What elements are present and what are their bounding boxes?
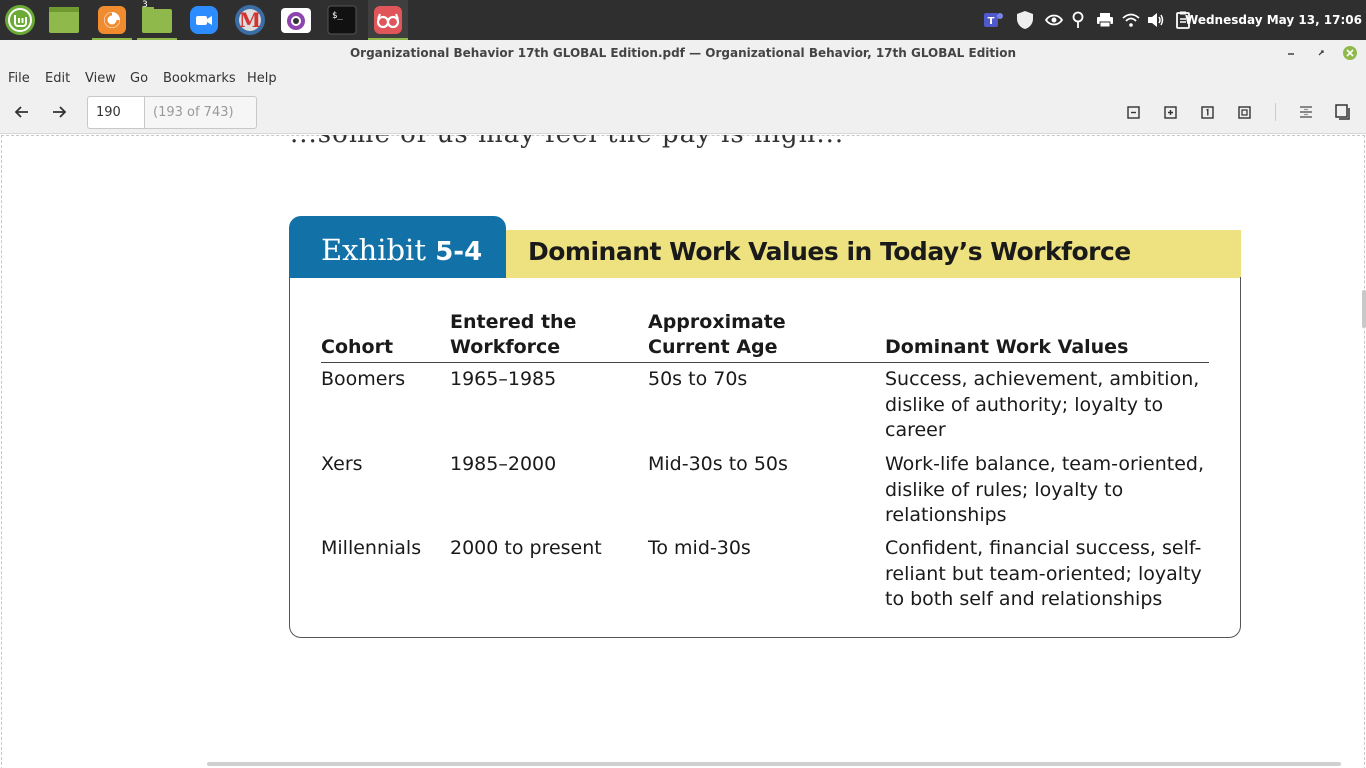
header-line: Dominant Work Values [885,336,1129,358]
zoom-original-button[interactable] [1196,101,1218,123]
cell-age: Mid-30s to 50s [648,453,788,475]
printer-icon[interactable] [1094,0,1116,40]
cell-cohort: Boomers [321,368,406,390]
header-line: Entered the [450,311,577,333]
continuous-view-button[interactable] [1295,101,1317,123]
header-line: Workforce [450,336,561,358]
window-title: Organizational Behavior 17th GLOBAL Edit… [349,46,1017,60]
exhibit-label-prefix: Exhibit [321,233,436,267]
page-count-label: (193 of 743) [153,105,234,120]
dual-page-icon [1335,104,1350,120]
header-cohort: Cohort [321,310,393,360]
folder-icon[interactable]: 3 [137,0,177,40]
cell-age: 50s to 70s [648,368,748,390]
page-number-input[interactable] [88,97,145,128]
window-count-badge: 3 [142,0,148,10]
teams-icon[interactable]: T [982,0,1004,40]
values-line: to both self and relationships [885,588,1163,610]
vertical-scrollbar[interactable] [1362,290,1366,328]
zoom-fit-icon [1237,105,1251,119]
page-selector: (193 of 743) [87,96,257,129]
camera-icon[interactable] [280,4,312,36]
header-line: Approximate [648,311,786,333]
cell-entered: 2000 to present [450,537,602,559]
exhibit-title: Dominant Work Values in Today’s Workforc… [506,230,1241,278]
zoom-icon[interactable] [188,4,220,36]
menu-edit[interactable]: Edit [45,71,70,86]
forward-button[interactable] [48,101,70,123]
exhibit-number: 5-4 [435,237,483,267]
values-line: dislike of authority; loyalty to [885,393,1164,416]
arrow-left-icon [14,106,28,118]
window-titlebar[interactable]: Organizational Behavior 17th GLOBAL Edit… [0,40,1366,66]
cell-entered: 1965–1985 [450,368,557,390]
zoom-fit-button[interactable] [1233,101,1255,123]
minimize-button[interactable] [1283,45,1299,61]
shield-icon[interactable] [1014,0,1036,40]
menu-bar: File Edit View Go Bookmarks Help [0,66,1366,90]
svg-text:T: T [988,16,995,27]
firefox-icon[interactable] [92,4,132,40]
document-view[interactable]: ...some of us may feel the pay is high..… [0,135,1366,768]
arrow-right-icon [53,106,67,118]
mint-menu-icon[interactable] [4,4,36,36]
menu-bookmarks[interactable]: Bookmarks [163,71,236,86]
partial-text-line: ...some of us may feel the pay is high..… [290,135,844,149]
nvidia-icon[interactable] [1043,0,1065,40]
zoom-in-icon [1163,105,1177,119]
values-line: dislike of rules; loyalty to [885,478,1124,501]
menu-view[interactable]: View [85,71,116,86]
cell-age: To mid-30s [648,537,751,559]
reader-icon[interactable] [368,0,408,40]
values-line: Success, achievement, ambition, [885,368,1200,390]
horizontal-scrollbar[interactable] [207,762,1341,766]
cell-values: Success, achievement, ambition, dislike … [885,367,1199,444]
header-line: Cohort [321,336,394,358]
values-line: career [885,419,946,441]
zoom-out-icon [1126,105,1140,119]
files-icon[interactable] [48,4,80,36]
header-line [321,310,393,335]
header-line [885,310,1128,335]
toolbar-separator [1275,103,1276,121]
exhibit-label: Exhibit 5-4 [289,216,506,278]
menu-go[interactable]: Go [130,71,148,86]
values-line: reliant but team-oriented; loyalty [885,562,1202,585]
m-app-icon[interactable]: M [234,4,266,36]
values-line: Work-life balance, team-oriented, [885,453,1205,475]
header-line: Current Age [648,336,778,358]
zoom-original-icon [1200,105,1214,119]
values-line: relationships [885,504,1007,526]
clock[interactable]: Wednesday May 13, 17:06 [1185,0,1362,40]
svg-text:M: M [239,8,261,32]
restore-button[interactable] [1313,45,1329,61]
terminal-icon[interactable]: $_ [326,4,358,36]
cell-values: Confident, financial success, self- reli… [885,536,1202,613]
zoom-in-button[interactable] [1159,101,1181,123]
location-icon[interactable] [1067,0,1089,40]
header-age: Approximate Current Age [648,310,786,360]
cell-cohort: Millennials [321,537,422,559]
header-values: Dominant Work Values [885,310,1128,360]
toolbar: (193 of 743) [0,90,1366,134]
volume-icon[interactable] [1145,0,1167,40]
back-button[interactable] [11,101,33,123]
values-line: Confident, financial success, self- [885,537,1202,559]
menu-file[interactable]: File [8,71,30,86]
menu-help[interactable]: Help [247,71,277,86]
header-entered: Entered the Workforce [450,310,576,360]
svg-text:$_: $_ [332,11,343,21]
cell-entered: 1985–2000 [450,453,557,475]
header-rule [321,362,1209,363]
zoom-out-button[interactable] [1122,101,1144,123]
cell-values: Work-life balance, team-oriented, dislik… [885,452,1204,529]
continuous-view-icon [1300,106,1312,118]
close-button[interactable] [1342,45,1358,61]
wifi-icon[interactable] [1120,0,1142,40]
dual-page-button[interactable] [1332,101,1354,123]
cell-cohort: Xers [321,453,363,475]
top-panel: 3 M $_ T Wednesday May 13, 17:06 [0,0,1366,40]
